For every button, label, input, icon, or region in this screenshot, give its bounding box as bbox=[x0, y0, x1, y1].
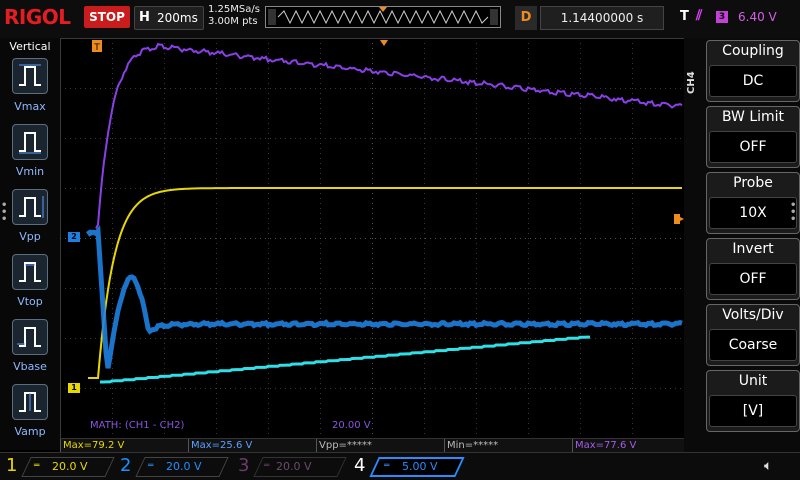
ch3-number[interactable]: 3 bbox=[238, 455, 249, 476]
vpp-button[interactable] bbox=[12, 189, 48, 225]
vmin-button[interactable] bbox=[12, 124, 48, 160]
probe-menu[interactable]: Probe 10X bbox=[706, 172, 800, 234]
vamp-icon bbox=[19, 392, 41, 412]
vtop-button[interactable] bbox=[12, 254, 48, 290]
vbase-icon bbox=[17, 327, 41, 347]
memory-depth: 3.00M pts bbox=[208, 16, 258, 27]
trigger-level-tab bbox=[674, 214, 680, 224]
ch1-number[interactable]: 1 bbox=[6, 455, 17, 476]
coupling-value: DC bbox=[709, 65, 797, 97]
bw-limit-value: OFF bbox=[709, 131, 797, 163]
channel-menu-panel: CH4 Coupling DC BW Limit OFF Probe 10X I… bbox=[684, 38, 800, 452]
vbase-button[interactable] bbox=[12, 319, 48, 355]
volts-div-title: Volts/Div bbox=[722, 307, 784, 323]
brand-logo: RIGOL bbox=[4, 5, 71, 29]
vpp-icon bbox=[19, 196, 44, 218]
ch3-dc-coupling-icon: ═ bbox=[264, 461, 270, 471]
measure-sidebar: Vertical Vmax Vmin Vpp Vtop Vbase Vamp •… bbox=[0, 38, 60, 450]
invert-title: Invert bbox=[732, 241, 774, 257]
coupling-menu[interactable]: Coupling DC bbox=[706, 40, 800, 102]
unit-title: Unit bbox=[738, 373, 768, 389]
vmin-icon bbox=[19, 132, 41, 154]
vbase-label: Vbase bbox=[13, 360, 47, 373]
bw-limit-menu[interactable]: BW Limit OFF bbox=[706, 106, 800, 168]
meas-math-max[interactable]: Max=77.6 V bbox=[572, 439, 684, 452]
trigger-letter: T bbox=[680, 9, 689, 24]
ch2-offset-marker[interactable]: 2 bbox=[68, 232, 80, 242]
probe-title: Probe bbox=[733, 175, 773, 191]
acquisition-info: 1.25MSa/s 3.00M pts bbox=[208, 4, 260, 28]
ch1-scale: 20.0 V bbox=[52, 460, 88, 473]
bw-limit-title: BW Limit bbox=[721, 109, 785, 125]
ch2-trace bbox=[85, 224, 683, 369]
coupling-title: Coupling bbox=[722, 43, 784, 59]
svg-text:T: T bbox=[93, 43, 100, 53]
ch4-trace bbox=[100, 335, 590, 384]
math-trace bbox=[95, 42, 683, 229]
sample-rate: 1.25MSa/s bbox=[208, 4, 260, 15]
vmax-icon bbox=[19, 64, 41, 86]
vmin-label: Vmin bbox=[15, 165, 45, 178]
speaker-mute-icon[interactable]: 🔈︎ bbox=[764, 458, 772, 474]
delay-value[interactable]: 1.14400000 s bbox=[540, 6, 664, 30]
waveform-canvas: T bbox=[60, 38, 684, 438]
timebase-box[interactable]: H 200ms bbox=[134, 6, 204, 30]
trigger-edge-icon: ⫽ bbox=[696, 8, 703, 24]
memory-overview-strip[interactable] bbox=[265, 6, 501, 28]
math-scale-label: 20.00 V bbox=[332, 420, 371, 431]
vtop-label: Vtop bbox=[17, 295, 43, 308]
measure-category-title: Vertical bbox=[9, 40, 51, 53]
meas-ch1-max[interactable]: Max=79.2 V bbox=[60, 439, 188, 452]
delay-center-marker bbox=[380, 40, 388, 46]
meas-ch2-max[interactable]: Max=25.6 V bbox=[188, 439, 316, 452]
vtop-icon bbox=[19, 262, 41, 282]
ch2-number[interactable]: 2 bbox=[120, 455, 131, 476]
vmax-button[interactable] bbox=[12, 58, 48, 94]
unit-menu[interactable]: Unit [V] bbox=[706, 370, 800, 432]
vamp-label: Vamp bbox=[14, 425, 46, 438]
run-stop-status[interactable]: STOP bbox=[84, 6, 130, 28]
meas-vpp[interactable]: Vpp=***** bbox=[316, 439, 444, 452]
volts-div-menu[interactable]: Volts/Div Coarse bbox=[706, 304, 800, 366]
waveform-display[interactable]: T 2 1 MATH: (CH1 - CH2) 20.00 V bbox=[60, 38, 684, 438]
channel-status-bar: 1 ═ 20.0 V 2 ═ 20.0 V 3 ═ 20.0 V 4 ═ 5.0… bbox=[0, 452, 800, 480]
unit-value: [V] bbox=[709, 395, 797, 427]
vmax-label: Vmax bbox=[14, 100, 46, 113]
top-status-bar: RIGOL STOP H 200ms 1.25MSa/s 3.00M pts D… bbox=[0, 0, 800, 38]
volts-div-value: Coarse bbox=[709, 329, 797, 361]
ch2-scale: 20.0 V bbox=[166, 460, 202, 473]
math-expression-label: MATH: (CH1 - CH2) bbox=[90, 420, 185, 431]
page-indicator-icon: • • • bbox=[1, 200, 8, 225]
trigger-source-badge: 3 bbox=[716, 11, 728, 23]
vpp-label: Vpp bbox=[19, 230, 41, 243]
timebase-value: 200ms bbox=[157, 11, 198, 25]
meas-min[interactable]: Min=***** bbox=[444, 439, 572, 452]
ch1-trace bbox=[88, 187, 682, 379]
trigger-level[interactable]: 6.40 V bbox=[738, 10, 777, 24]
menu-page-indicator-icon: • • • bbox=[790, 200, 797, 225]
probe-value: 10X bbox=[709, 197, 797, 229]
delay-letter: D bbox=[515, 6, 537, 30]
timebase-letter: H bbox=[139, 10, 150, 25]
memory-waveform-icon bbox=[268, 7, 498, 25]
ch2-dc-coupling-icon: ═ bbox=[148, 461, 154, 471]
measurement-bar: Max=79.2 V Max=25.6 V Vpp=***** Min=****… bbox=[60, 438, 684, 452]
ch4-scale: 5.00 V bbox=[402, 460, 438, 473]
invert-menu[interactable]: Invert OFF bbox=[706, 238, 800, 300]
ch4-number[interactable]: 4 bbox=[354, 455, 365, 476]
vamp-button[interactable] bbox=[12, 384, 48, 420]
trigger-position-marker: T bbox=[92, 40, 102, 53]
active-channel-label: CH4 bbox=[686, 71, 697, 94]
invert-value: OFF bbox=[709, 263, 797, 295]
ch4-dc-coupling-icon: ═ bbox=[384, 461, 390, 471]
ch1-offset-marker[interactable]: 1 bbox=[68, 383, 80, 393]
ch3-scale: 20.0 V bbox=[276, 460, 312, 473]
ch1-dc-coupling-icon: ═ bbox=[34, 461, 40, 471]
